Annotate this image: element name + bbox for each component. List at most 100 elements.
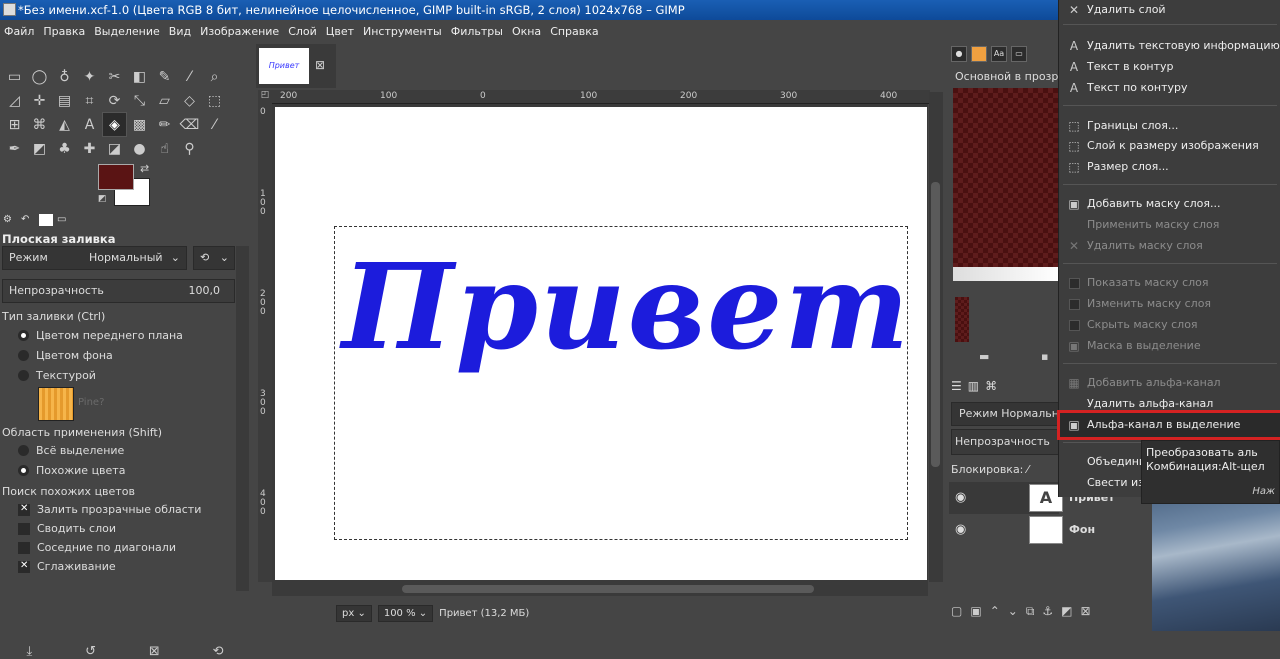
diagonal-checkbox[interactable]: Соседние по диагонали bbox=[18, 541, 176, 554]
menu-tools[interactable]: Инструменты bbox=[363, 25, 442, 38]
menu-file[interactable]: Файл bbox=[4, 25, 34, 38]
dodge-burn-icon[interactable]: ⚲ bbox=[177, 136, 202, 161]
crop-icon[interactable]: ⌗ bbox=[77, 88, 102, 113]
menu-item-text-to-path[interactable]: A Текст в контур bbox=[1059, 57, 1280, 77]
ruler-corner[interactable]: ◰ bbox=[258, 90, 272, 104]
menu-item-text-along-path[interactable]: A Текст по контуру bbox=[1059, 78, 1280, 98]
new-group-icon[interactable]: ▣ bbox=[970, 604, 981, 619]
menu-select[interactable]: Выделение bbox=[94, 25, 160, 38]
pattern-selector[interactable] bbox=[38, 387, 74, 421]
blur-icon[interactable]: ● bbox=[127, 136, 152, 161]
foreground-color-swatch[interactable] bbox=[98, 164, 134, 190]
device-status-tab-icon[interactable]: ▭ bbox=[57, 214, 71, 226]
pencil-icon[interactable]: ✏ bbox=[152, 112, 177, 137]
mypaint-brush-icon[interactable]: ◩ bbox=[27, 136, 52, 161]
swap-colors-icon[interactable]: ⇄ bbox=[140, 162, 149, 175]
scale-icon[interactable]: ⤡ bbox=[127, 88, 152, 113]
paths-tab-icon[interactable]: ⌘ bbox=[985, 379, 997, 393]
image-tab[interactable]: Привет ⊠ bbox=[256, 44, 336, 88]
fuzzy-select-icon[interactable]: ✦ bbox=[77, 64, 102, 89]
menu-item-remove-alpha[interactable]: Удалить альфа-канал bbox=[1059, 394, 1280, 414]
menu-item-scale-layer[interactable]: ⬚ Размер слоя... bbox=[1059, 157, 1280, 177]
transform-3d-icon[interactable]: ⬚ bbox=[202, 88, 227, 113]
menu-item-delete-layer-mask[interactable]: ✕ Удалить маску слоя bbox=[1059, 236, 1280, 256]
airbrush-icon[interactable]: ⁄ bbox=[202, 112, 227, 137]
menu-view[interactable]: Вид bbox=[169, 25, 191, 38]
menu-edit[interactable]: Правка bbox=[43, 25, 85, 38]
color-picker-icon[interactable]: ⁄ bbox=[177, 64, 202, 89]
fill-fg-radio[interactable]: Цветом переднего плана bbox=[18, 329, 183, 342]
ink-icon[interactable]: ✒ bbox=[2, 136, 27, 161]
warp-icon[interactable]: ⌘ bbox=[27, 112, 52, 137]
ellipse-select-icon[interactable]: ◯ bbox=[27, 64, 52, 89]
delete-layer-icon[interactable]: ⊠ bbox=[1081, 604, 1091, 619]
fill-bg-radio[interactable]: Цветом фона bbox=[18, 349, 113, 362]
mask-layer-icon[interactable]: ◩ bbox=[1061, 604, 1072, 619]
align-icon[interactable]: ▤ bbox=[52, 88, 77, 113]
menu-filters[interactable]: Фильтры bbox=[451, 25, 503, 38]
brush-lock-icon[interactable]: ⁄ bbox=[1027, 463, 1029, 476]
close-icon[interactable]: ⊠ bbox=[315, 58, 325, 72]
menu-item-layer-to-image-size[interactable]: ⬚ Слой к размеру изображения bbox=[1059, 136, 1280, 156]
unit-select[interactable]: px ⌄ bbox=[336, 604, 372, 622]
patterns-tab-icon[interactable] bbox=[971, 46, 987, 62]
gradients-tab-icon[interactable]: ▭ bbox=[1011, 46, 1027, 62]
paths-icon[interactable]: ✎ bbox=[152, 64, 177, 89]
flip-icon[interactable]: ◭ bbox=[52, 112, 77, 137]
zoom-select[interactable]: 100 % ⌄ bbox=[377, 604, 434, 622]
mode-combo[interactable]: Режим Нормальный ⌄ bbox=[2, 246, 187, 270]
menu-help[interactable]: Справка bbox=[550, 25, 598, 38]
undo-history-tab-icon[interactable]: ↶ bbox=[21, 214, 35, 226]
eye-icon[interactable]: ◉ bbox=[955, 490, 966, 505]
raise-layer-icon[interactable]: ⌃ bbox=[990, 604, 1000, 619]
layer-row-background[interactable]: ◉ Фон bbox=[949, 514, 1095, 546]
brushes-tab-icon[interactable]: ● bbox=[951, 46, 967, 62]
menu-layer[interactable]: Слой bbox=[288, 25, 317, 38]
menu-item-alpha-to-selection[interactable]: ▣ Альфа-канал в выделение bbox=[1057, 410, 1280, 440]
eye-icon[interactable]: ◉ bbox=[955, 522, 966, 537]
horizontal-scrollbar[interactable] bbox=[272, 582, 928, 596]
unified-transform-icon[interactable]: ⊞ bbox=[2, 112, 27, 137]
gradient-bar[interactable] bbox=[953, 267, 1058, 281]
minus-icon[interactable]: ▬ bbox=[979, 350, 989, 363]
menu-windows[interactable]: Окна bbox=[512, 25, 541, 38]
tool-options-scrollbar[interactable] bbox=[236, 246, 249, 591]
default-colors-icon[interactable]: ◩ bbox=[98, 194, 107, 204]
scrollbar-thumb[interactable] bbox=[931, 182, 940, 467]
zoom-icon[interactable]: ⌕ bbox=[202, 64, 227, 89]
eraser-icon[interactable]: ⌫ bbox=[177, 112, 202, 137]
layer-opacity-slider[interactable]: Непрозрачность bbox=[951, 429, 1059, 455]
menu-item-mask-to-selection[interactable]: ▣ Маска в выделение bbox=[1059, 336, 1280, 356]
menu-item-add-layer-mask[interactable]: ▣ Добавить маску слоя... bbox=[1059, 194, 1280, 214]
fg-to-transparent-preview[interactable] bbox=[953, 88, 1058, 268]
heal-icon[interactable]: ✚ bbox=[77, 136, 102, 161]
area-whole-radio[interactable]: Всё выделение bbox=[18, 444, 124, 457]
tool-options-tab-icon[interactable]: ⚙ bbox=[3, 214, 17, 226]
restore-options-icon[interactable]: ↺ bbox=[85, 644, 96, 659]
anchor-layer-icon[interactable]: ⚓ bbox=[1042, 604, 1053, 619]
menu-item-layer-boundary[interactable]: ⬚ Границы слоя... bbox=[1059, 116, 1280, 136]
layer-mode-combo[interactable]: Режим Нормальн bbox=[951, 402, 1059, 426]
delete-options-icon[interactable]: ⊠ bbox=[149, 644, 160, 659]
fonts-tab-icon[interactable]: Aa bbox=[991, 46, 1007, 62]
mode-reset-combo[interactable]: ⟲ ⌄ bbox=[193, 246, 235, 270]
plus-icon[interactable]: ▪ bbox=[1041, 350, 1048, 363]
free-select-icon[interactable]: ♁ bbox=[52, 64, 77, 89]
menu-item-delete-layer[interactable]: ✕ Удалить слой bbox=[1059, 0, 1280, 20]
scissors-select-icon[interactable]: ✂ bbox=[102, 64, 127, 89]
new-layer-icon[interactable]: ▢ bbox=[951, 604, 962, 619]
menu-item-add-alpha[interactable]: ▦ Добавить альфа-канал bbox=[1059, 373, 1280, 393]
save-options-icon[interactable]: ⤓ bbox=[26, 644, 32, 659]
vertical-scrollbar[interactable] bbox=[929, 92, 943, 582]
layers-tab-icon[interactable]: ☰ bbox=[951, 379, 962, 393]
images-tab-icon[interactable] bbox=[39, 214, 53, 226]
menu-item-discard-text[interactable]: A Удалить текстовую информацию bbox=[1059, 36, 1280, 56]
foreground-select-icon[interactable]: ◧ bbox=[127, 64, 152, 89]
reset-options-icon[interactable]: ⟲ bbox=[213, 644, 224, 659]
menu-color[interactable]: Цвет bbox=[326, 25, 354, 38]
move-icon[interactable]: ✛ bbox=[27, 88, 52, 113]
channels-tab-icon[interactable]: ▥ bbox=[968, 379, 979, 393]
text-tool-icon[interactable]: A bbox=[77, 112, 102, 137]
antialias-checkbox[interactable]: Сглаживание bbox=[18, 560, 116, 573]
menu-image[interactable]: Изображение bbox=[200, 25, 279, 38]
